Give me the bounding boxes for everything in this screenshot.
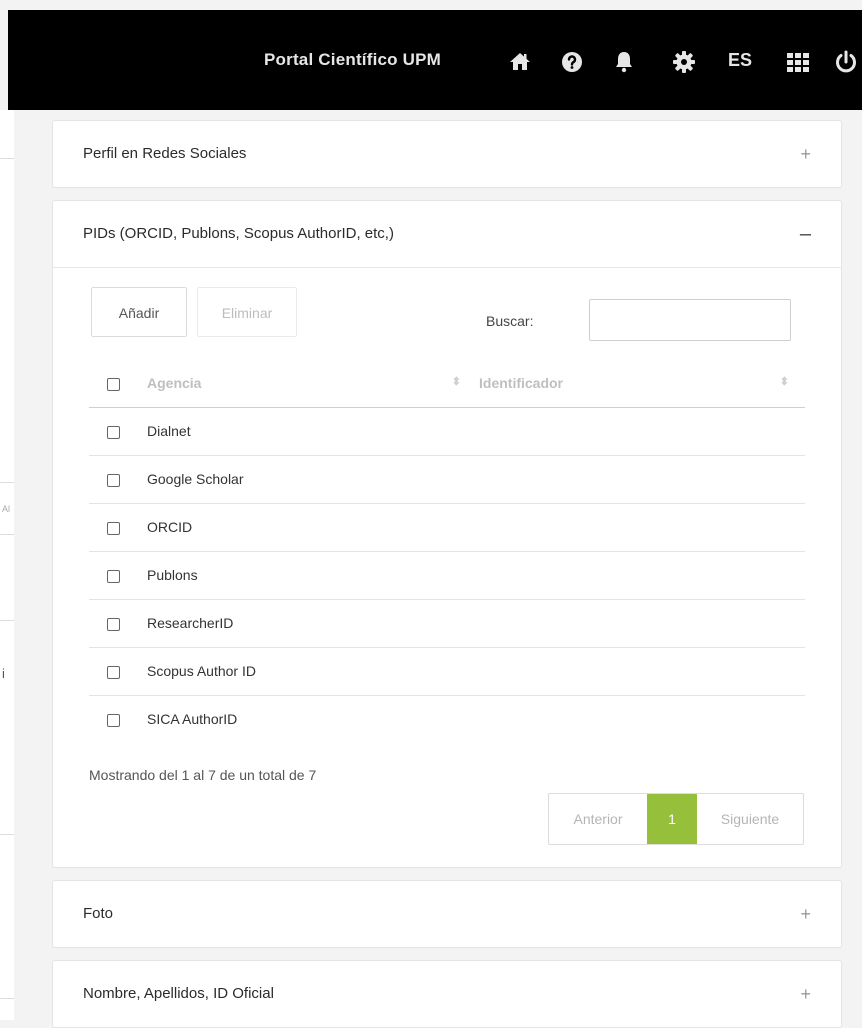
expand-icon[interactable]: +: [800, 881, 811, 947]
language-selector[interactable]: ES: [728, 10, 752, 110]
table-header-row: Agencia ⬍ Identificador ⬍: [89, 359, 805, 408]
bell-icon[interactable]: [612, 50, 636, 74]
search-label: Buscar:: [486, 313, 534, 329]
power-icon[interactable]: [834, 50, 858, 74]
panel-header[interactable]: Nombre, Apellidos, ID Oficial +: [53, 961, 841, 1027]
agency-cell: Publons: [147, 551, 471, 600]
table-row[interactable]: Publons: [89, 551, 805, 600]
identifier-cell: [471, 503, 805, 552]
column-header-identifier[interactable]: Identificador ⬍: [471, 359, 805, 408]
row-checkbox-cell: [89, 551, 147, 600]
row-checkbox[interactable]: [107, 665, 120, 679]
row-checkbox-cell: [89, 407, 147, 456]
agency-cell: Dialnet: [147, 407, 471, 456]
column-label: Identificador: [479, 374, 564, 391]
sidebar-separator: [0, 158, 14, 159]
search-bar: Buscar:: [53, 299, 841, 343]
sidebar-separator: [0, 834, 14, 835]
sidebar-separator: [0, 620, 14, 621]
search-input[interactable]: [589, 299, 791, 341]
panel-name: Nombre, Apellidos, ID Oficial +: [52, 960, 842, 1028]
panel-header[interactable]: PIDs (ORCID, Publons, Scopus AuthorID, e…: [53, 201, 841, 267]
table-row[interactable]: Scopus Author ID: [89, 647, 805, 696]
panel-title: Nombre, Apellidos, ID Oficial: [83, 985, 274, 1002]
agency-cell: SICA AuthorID: [147, 711, 238, 728]
expand-icon[interactable]: +: [800, 961, 811, 1027]
pagination: Anterior 1 Siguiente: [548, 793, 804, 845]
panel-header[interactable]: Perfil en Redes Sociales +: [53, 121, 841, 187]
row-checkbox[interactable]: [107, 425, 120, 439]
panel-divider: [53, 267, 841, 268]
table-row[interactable]: ORCID: [89, 503, 805, 552]
panel-header[interactable]: Foto +: [53, 881, 841, 947]
table-row[interactable]: Google Scholar: [89, 455, 805, 504]
column-label: Agencia: [147, 374, 202, 391]
identifier-cell: [471, 695, 805, 743]
row-checkbox-cell: [89, 647, 147, 696]
table-info: Mostrando del 1 al 7 de un total de 7: [89, 767, 317, 783]
panel-title: Foto: [83, 905, 114, 922]
row-checkbox-cell: [89, 695, 147, 743]
table-row[interactable]: ResearcherID: [89, 599, 805, 648]
identifier-cell: [471, 551, 805, 600]
pagination-next[interactable]: Siguiente: [697, 794, 803, 844]
column-header-agency[interactable]: Agencia ⬍: [147, 359, 471, 408]
portal-title[interactable]: Portal Científico UPM: [264, 10, 441, 110]
table-row[interactable]: Dialnet: [89, 407, 805, 456]
panel-photo: Foto +: [52, 880, 842, 948]
row-checkbox-cell: [89, 503, 147, 552]
panel-social-profile: Perfil en Redes Sociales +: [52, 120, 842, 188]
agency-cell: Scopus Author ID: [147, 647, 471, 696]
top-navigation-bar: Portal Científico UPM ES: [8, 10, 862, 110]
panel-title: Perfil en Redes Sociales: [83, 145, 247, 162]
sidebar-fragment: i: [2, 666, 5, 681]
sidebar-separator: [0, 534, 14, 535]
identifier-cell: [471, 407, 805, 456]
pids-table: Agencia ⬍ Identificador ⬍ Dialnet Google…: [89, 359, 805, 743]
apps-grid-icon[interactable]: [786, 50, 810, 74]
panel-title: PIDs (ORCID, Publons, Scopus AuthorID, e…: [83, 225, 394, 242]
sort-icon[interactable]: ⬍: [780, 375, 789, 388]
select-all-checkbox[interactable]: [89, 359, 147, 408]
sidebar-edge: Al i: [0, 110, 14, 1020]
row-checkbox[interactable]: [107, 473, 120, 487]
gear-icon[interactable]: [672, 50, 696, 74]
row-checkbox[interactable]: [107, 617, 120, 631]
checkbox[interactable]: [107, 377, 120, 391]
home-icon[interactable]: [508, 50, 532, 74]
row-checkbox-cell: [89, 599, 147, 648]
expand-icon[interactable]: +: [800, 121, 811, 187]
agency-cell: ResearcherID: [147, 599, 471, 648]
row-checkbox[interactable]: [107, 714, 120, 728]
panel-pids: PIDs (ORCID, Publons, Scopus AuthorID, e…: [52, 200, 842, 868]
help-icon[interactable]: [560, 50, 584, 74]
agency-cell: ORCID: [147, 503, 471, 552]
row-checkbox[interactable]: [107, 521, 120, 535]
main-content: Perfil en Redes Sociales + PIDs (ORCID, …: [14, 110, 862, 1028]
sidebar-fragment: Al: [2, 504, 11, 514]
identifier-cell: [471, 599, 805, 648]
identifier-cell: [471, 455, 805, 504]
agency-cell: Google Scholar: [147, 455, 471, 504]
row-checkbox[interactable]: [107, 569, 120, 583]
collapse-icon[interactable]: –: [800, 201, 811, 267]
row-checkbox-cell: [89, 455, 147, 504]
identifier-cell: [471, 647, 805, 696]
pagination-page-current[interactable]: 1: [647, 794, 697, 844]
table-row[interactable]: SICA AuthorID: [89, 695, 805, 743]
sort-icon[interactable]: ⬍: [452, 375, 461, 388]
sidebar-separator: [0, 482, 14, 483]
sidebar-separator: [0, 998, 14, 999]
pagination-previous[interactable]: Anterior: [549, 794, 647, 844]
